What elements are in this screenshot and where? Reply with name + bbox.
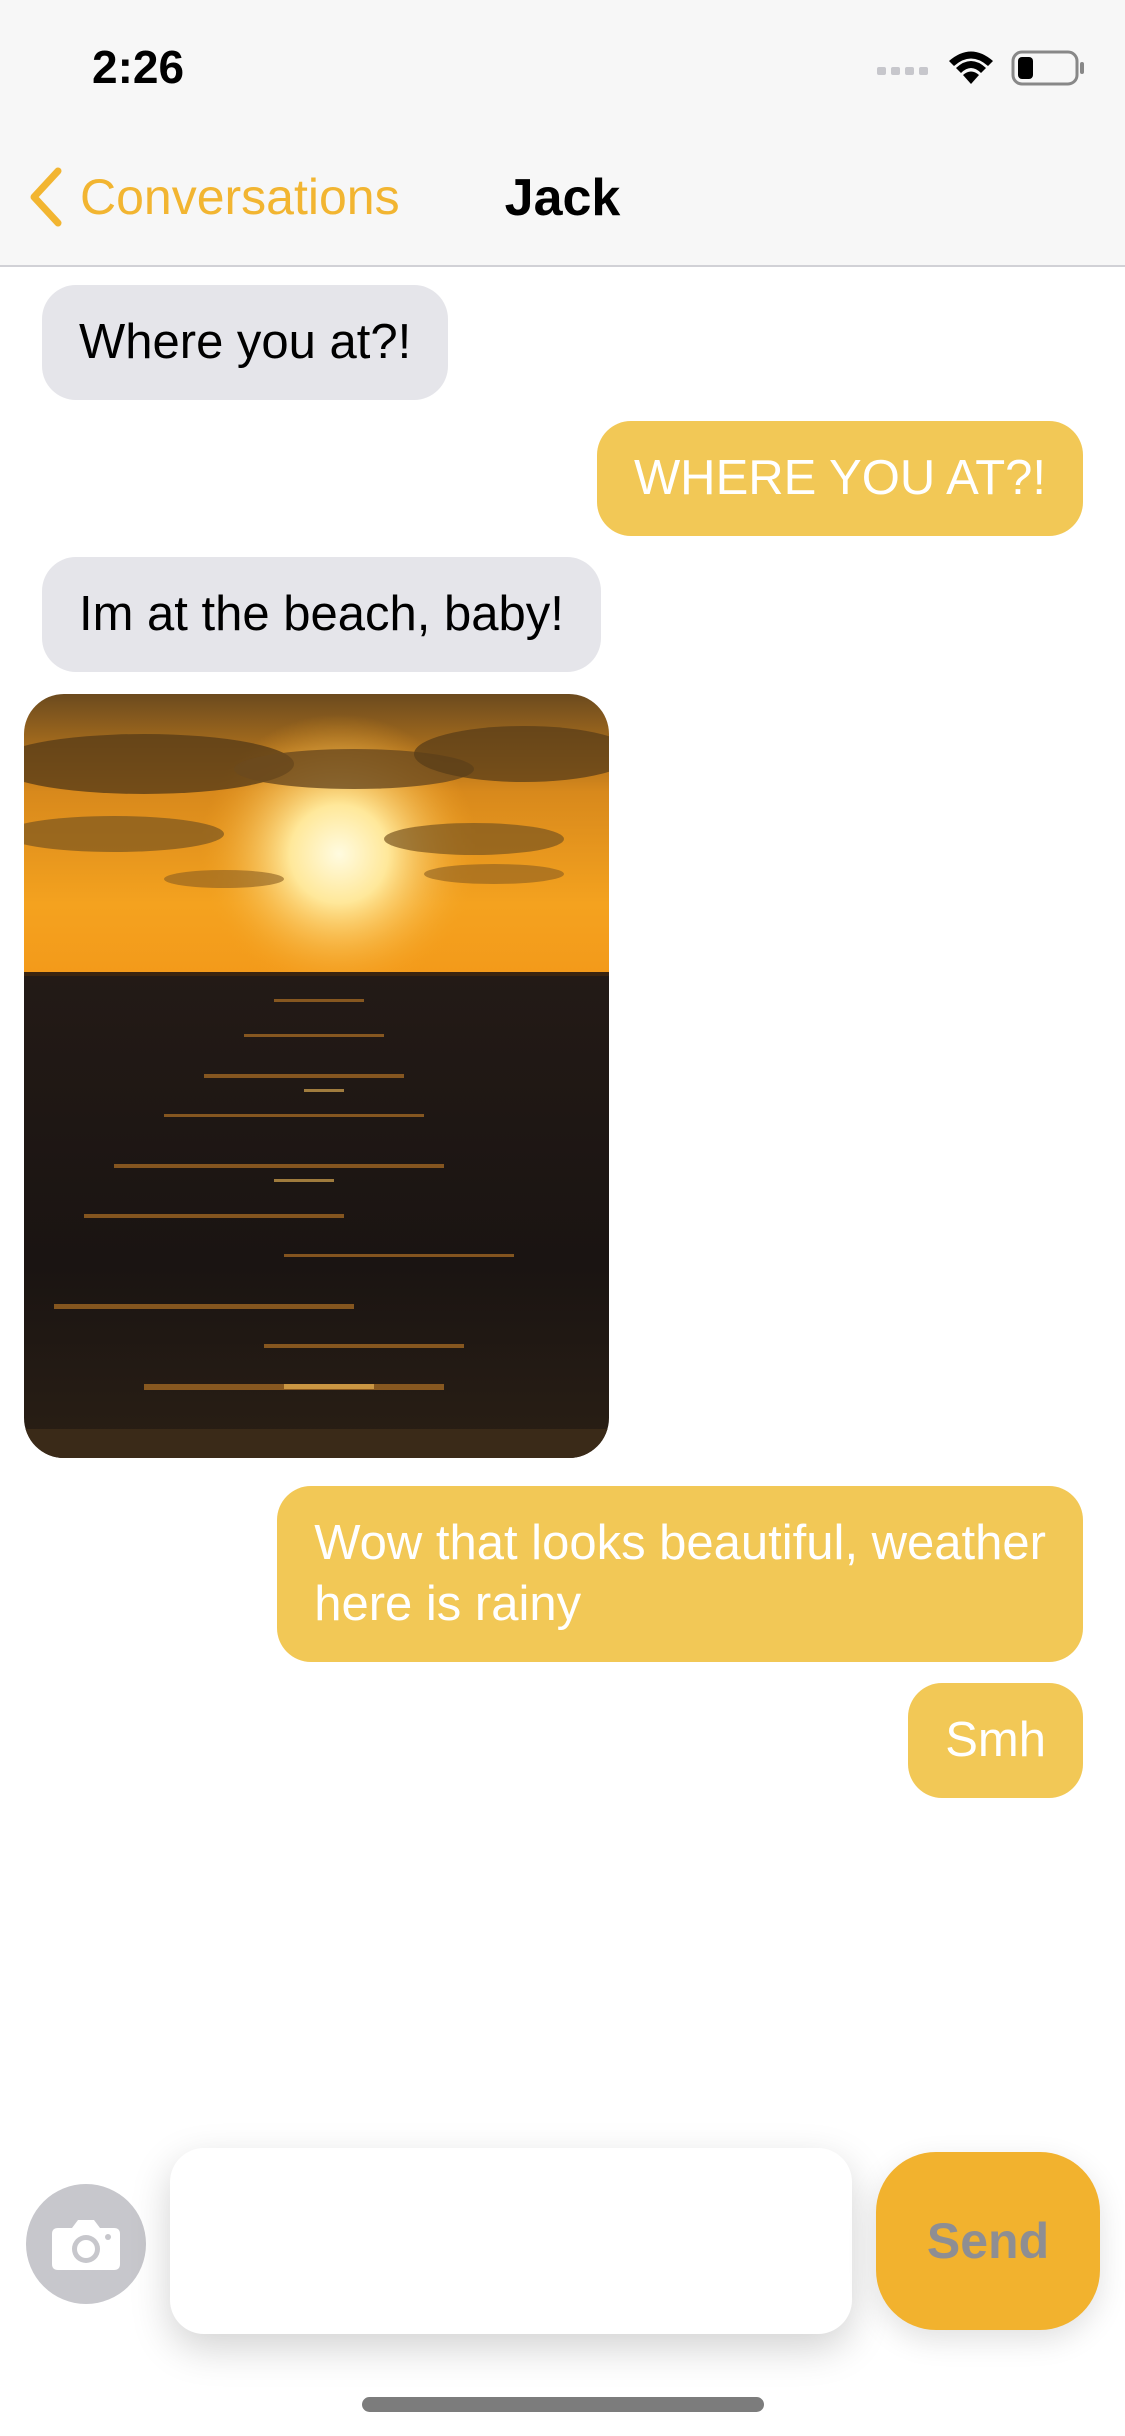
status-icons (877, 48, 1085, 88)
wifi-icon (949, 51, 993, 84)
message-line: Wow that looks beautiful, weather (314, 1516, 1046, 1570)
home-indicator (362, 2397, 764, 2412)
signal-icon (877, 67, 928, 75)
battery-icon (1011, 50, 1084, 86)
message-input[interactable] (170, 2148, 852, 2334)
send-button[interactable]: Send (876, 2152, 1100, 2330)
message-bubble-outgoing[interactable]: Smh (908, 1683, 1083, 1798)
status-time: 2:26 (92, 41, 185, 93)
nav-title: Jack (504, 169, 621, 227)
message-bubble-outgoing[interactable]: WHERE YOU AT?! (596, 421, 1083, 536)
photo-image (24, 694, 609, 1458)
nav-bar: Conversations Jack (0, 130, 1125, 267)
message-bubble-outgoing[interactable]: Wow that looks beautiful, weather here i… (277, 1486, 1083, 1662)
camera-icon (52, 2220, 120, 2270)
status-bar: 2:26 (0, 0, 1125, 130)
camera-button[interactable] (26, 2184, 146, 2304)
message-line: here is rainy (314, 1577, 582, 1631)
message-bubble-incoming[interactable]: Where you at?! (42, 285, 449, 400)
message-bubble-incoming[interactable]: Im at the beach, baby! (42, 557, 601, 672)
sunset-beach-photo[interactable] (24, 694, 609, 1458)
